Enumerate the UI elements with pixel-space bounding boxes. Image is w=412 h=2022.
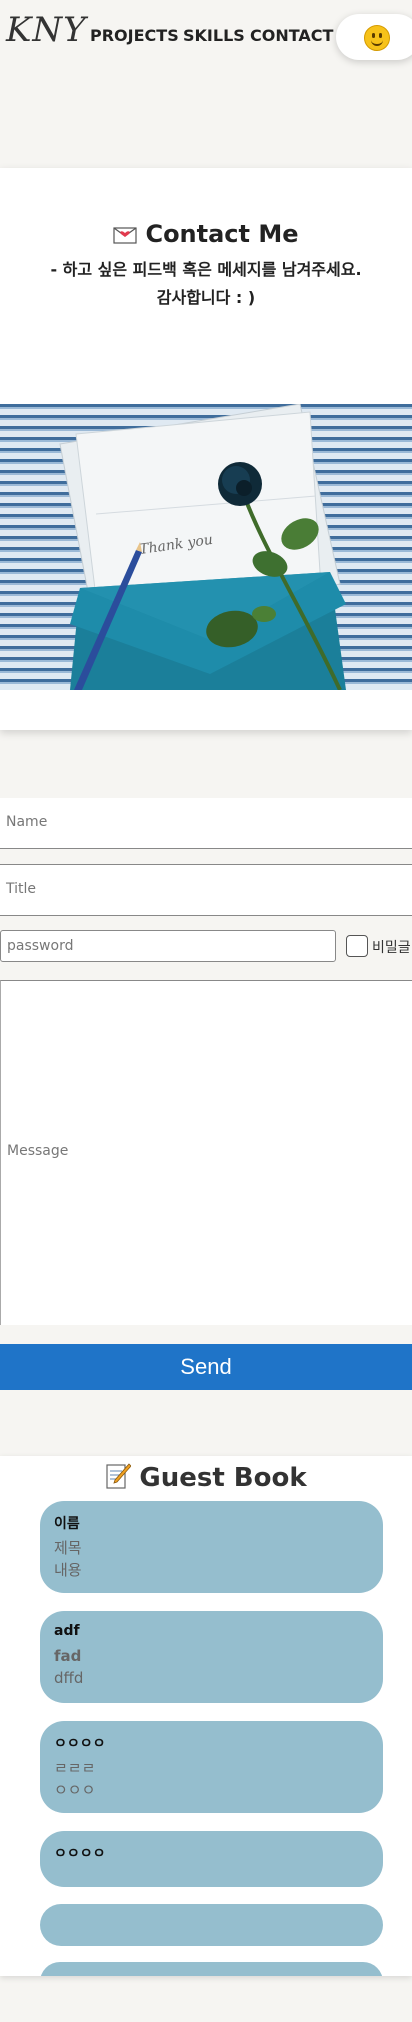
theme-toggle-button[interactable] — [336, 14, 412, 60]
contact-title-text: Contact Me — [145, 220, 299, 248]
message-placeholder: Message — [7, 1143, 69, 1159]
title-placeholder: Title — [6, 881, 37, 897]
name-placeholder: Name — [6, 814, 48, 830]
entry-title: ㄹㄹㄹ — [54, 1759, 96, 1777]
contact-subtitle-line2: 감사합니다 : ) — [156, 288, 256, 307]
send-button[interactable]: Send — [0, 1344, 412, 1390]
entry-name: adf — [54, 1623, 80, 1639]
entry-name: 이름 — [54, 1516, 80, 1532]
guestbook-entry[interactable] — [40, 1904, 383, 1946]
site-logo[interactable]: KNY — [6, 10, 87, 50]
entry-name: ㅇㅇㅇㅇ — [54, 1846, 106, 1862]
love-letter-icon — [113, 227, 138, 244]
entry-content: 내용 — [54, 1561, 82, 1579]
contact-title: Contact Me — [0, 220, 412, 248]
private-post-checkbox[interactable] — [346, 935, 368, 957]
password-input[interactable]: password — [0, 930, 336, 962]
entry-name: ㅇㅇㅇㅇ — [54, 1736, 106, 1752]
name-input[interactable]: Name — [0, 798, 412, 849]
password-placeholder: password — [7, 938, 74, 954]
contact-section: Contact Me - 하고 싶은 피드백 혹은 메세지를 남겨주세요. 감사… — [0, 168, 412, 730]
nav-contact-link[interactable]: CONTACT — [250, 26, 333, 45]
entry-content: dffd — [54, 1669, 84, 1687]
memo-icon — [106, 1463, 132, 1489]
smiley-icon — [364, 25, 390, 51]
entry-title: fad — [54, 1647, 82, 1665]
thank-you-letter-image: Thank you — [0, 404, 412, 690]
top-nav: KNY PROJECTS SKILLS CONTACT — [0, 0, 412, 72]
entry-title: 제목 — [54, 1539, 82, 1557]
message-textarea[interactable]: Message — [0, 980, 412, 1325]
contact-subtitle-line1: - 하고 싶은 피드백 혹은 메세지를 남겨주세요. — [50, 260, 362, 279]
guestbook-entry[interactable]: ㅇㅇㅇㅇ ㄹㄹㄹ ㅇㅇㅇ — [40, 1721, 383, 1813]
guestbook-section: Guest Book 이름 제목 내용 adf fad dffd ㅇㅇㅇㅇ ㄹㄹ… — [0, 1456, 412, 1976]
title-input[interactable]: Title — [0, 864, 412, 916]
guestbook-entry[interactable]: adf fad dffd — [40, 1611, 383, 1703]
contact-subtitle: - 하고 싶은 피드백 혹은 메세지를 남겨주세요. 감사합니다 : ) — [0, 256, 412, 312]
entry-content: ㅇㅇㅇ — [54, 1781, 96, 1799]
guestbook-entry[interactable]: ㅇㅇㅇㅇ — [40, 1831, 383, 1887]
nav-skills-link[interactable]: SKILLS — [183, 26, 245, 45]
private-post-label: 비밀글 — [372, 940, 411, 956]
guestbook-entry[interactable]: 이름 제목 내용 — [40, 1501, 383, 1593]
nav-projects-link[interactable]: PROJECTS — [90, 26, 179, 45]
guestbook-title: Guest Book — [0, 1462, 412, 1493]
guestbook-entry[interactable] — [40, 1962, 383, 1976]
guestbook-title-text: Guest Book — [139, 1463, 307, 1493]
